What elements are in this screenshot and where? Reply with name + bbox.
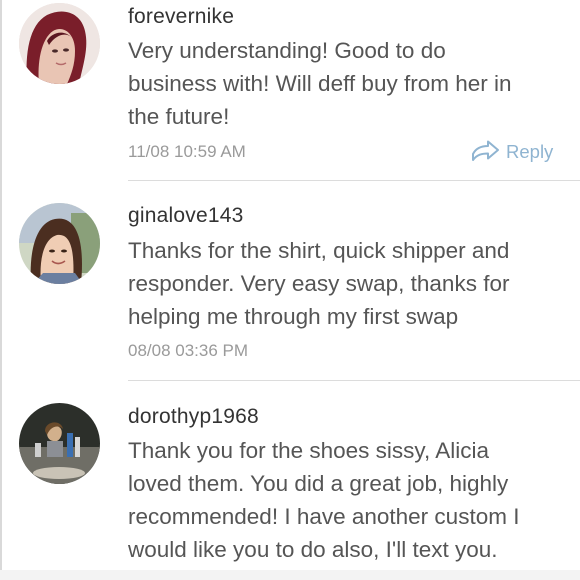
comment-timestamp: 08/08 03:36 PM bbox=[128, 341, 249, 360]
bottom-strip bbox=[0, 570, 580, 580]
comment-username[interactable]: ginalove143 bbox=[128, 204, 243, 228]
comment-text-line: Very understanding! Good to do bbox=[128, 38, 446, 63]
comment-text-line: business with! Will deff buy from her in bbox=[128, 71, 512, 96]
avatar[interactable] bbox=[19, 3, 100, 84]
comment-divider bbox=[128, 180, 580, 181]
comment-timestamp: 11/08 10:59 AM bbox=[128, 142, 246, 161]
comment-text: Thank you for the shoes sissy, Alicia lo… bbox=[128, 434, 568, 566]
comment-username[interactable]: dorothyp1968 bbox=[128, 405, 259, 429]
reply-button[interactable]: Reply bbox=[470, 140, 553, 164]
comment-text-line: Thanks for the shirt, quick shipper and bbox=[128, 238, 510, 263]
comment-text: Very understanding! Good to do business … bbox=[128, 34, 568, 133]
comment-text-line: recommended! I have another custom I bbox=[128, 504, 520, 529]
reply-label: Reply bbox=[506, 141, 554, 162]
avatar[interactable] bbox=[19, 203, 100, 284]
comment-text: Thanks for the shirt, quick shipper and … bbox=[128, 234, 568, 333]
comment-text-line: loved them. You did a great job, highly bbox=[128, 471, 509, 496]
avatar[interactable] bbox=[19, 403, 100, 484]
comment-text-line: the future! bbox=[128, 104, 230, 129]
comment-username[interactable]: forevernike bbox=[128, 5, 234, 29]
left-edge-line bbox=[0, 0, 2, 580]
comment-text-line: helping me through my first swap bbox=[128, 304, 459, 329]
comment-text-line: responder. Very easy swap, thanks for bbox=[128, 271, 510, 296]
comment-divider bbox=[128, 380, 580, 381]
comment-text-line: Thank you for the shoes sissy, Alicia bbox=[128, 438, 489, 463]
comment-text-line: would like you to do also, I'll text you… bbox=[128, 537, 498, 562]
reply-arrow-icon bbox=[470, 140, 500, 164]
